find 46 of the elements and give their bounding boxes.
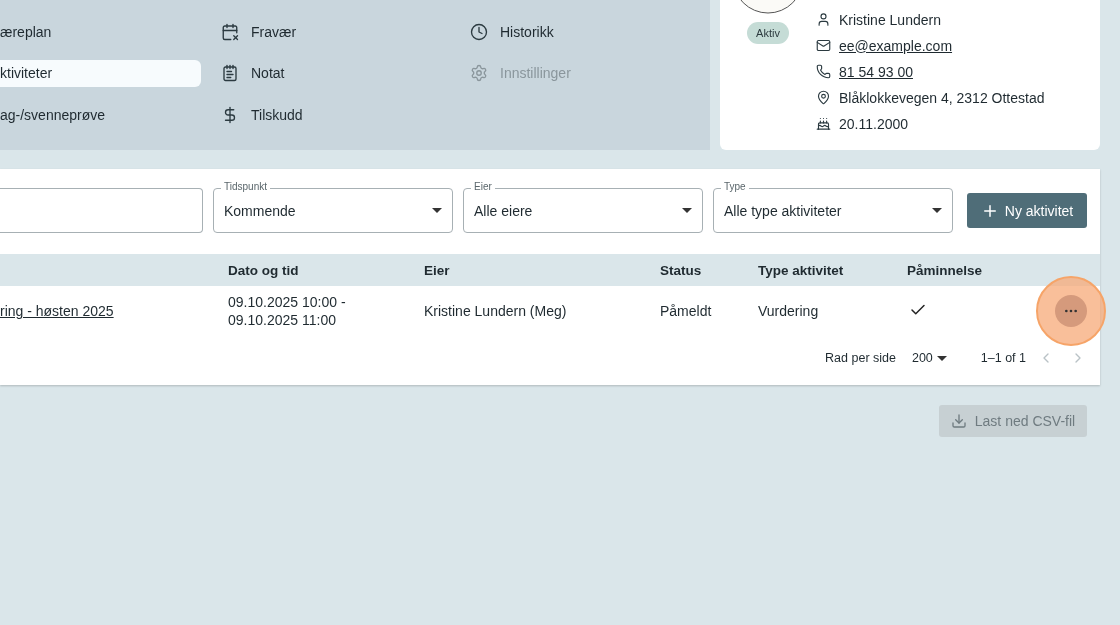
activity-link[interactable]: ring - høsten 2025 — [0, 303, 228, 319]
caret-icon — [932, 208, 942, 213]
more-button[interactable] — [1055, 295, 1087, 327]
table-cell-text: Påmeldt — [660, 303, 713, 319]
rows-per-page-label: Rad per side — [825, 351, 896, 365]
detail-text: Blåklokkevegen 4, 2312 Ottestad — [839, 89, 1045, 106]
phone-icon — [816, 64, 831, 79]
field-label: Tidspunkt — [221, 181, 270, 192]
field-label: Eier — [471, 181, 495, 192]
nav-item[interactable]: Historikk — [462, 18, 702, 45]
caret-icon — [936, 355, 947, 361]
column-header: Status — [660, 262, 703, 278]
column-header: Påminnelse — [907, 262, 984, 278]
contact-link[interactable]: ee@example.com — [839, 37, 953, 54]
note-icon — [221, 64, 239, 82]
mail-icon — [816, 38, 831, 53]
detail-text: Kristine Lundern — [839, 11, 941, 28]
column-header: Eier — [424, 262, 451, 278]
search-field[interactable] — [0, 188, 203, 233]
column-header: Dato og tid — [228, 262, 300, 278]
new-activity-button[interactable]: Ny aktivitet — [967, 193, 1087, 228]
settings-icon — [470, 64, 488, 82]
nav-item[interactable]: Tilskudd — [213, 101, 450, 128]
rows-per-page-select[interactable]: 200 — [911, 351, 947, 365]
field-label: Type — [721, 181, 749, 192]
detail-text: 20.11.2000 — [839, 115, 909, 132]
location-pin-icon — [816, 90, 831, 105]
nav-item[interactable]: æreplan — [0, 18, 201, 45]
caret-icon — [682, 208, 692, 213]
person-icon — [816, 12, 831, 27]
page-range: 1–1 of 1 — [980, 351, 1026, 365]
caret-icon — [432, 208, 442, 213]
download-icon — [950, 413, 967, 429]
table-cell-text: Vurdering — [758, 303, 820, 319]
calendar-x-icon — [221, 22, 239, 41]
status-badge: Aktiv — [747, 22, 789, 44]
column-header: Type aktivitet — [758, 262, 845, 278]
table-cell-text: 09.10.2025 10:00 - 09.10.2025 11:00 — [228, 293, 347, 329]
nav-item[interactable]: ktiviteter — [0, 59, 201, 87]
contact-link[interactable]: 81 54 93 00 — [839, 63, 913, 80]
table-cell-text: Kristine Lundern (Meg) — [424, 303, 568, 319]
cake-icon — [816, 116, 831, 131]
clock-icon — [470, 22, 488, 41]
nav-item[interactable]: ag-/svenneprøve — [0, 101, 201, 128]
nav-item[interactable]: Notat — [213, 59, 450, 87]
nav-item[interactable]: Fravær — [213, 18, 450, 45]
